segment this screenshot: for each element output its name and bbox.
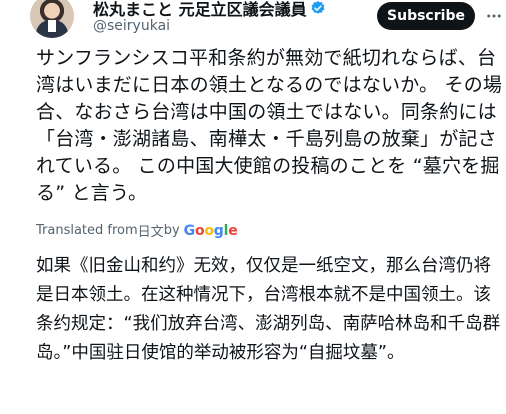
verified-badge-icon bbox=[311, 1, 325, 14]
tweet-translation-text: 如果《旧金山和约》无效，仅仅是一纸空文，那么台湾仍将是日本领土。在这种情况下，台… bbox=[36, 256, 501, 363]
subscribe-button[interactable]: Subscribe bbox=[377, 2, 475, 30]
translated-language[interactable]: 日文 bbox=[138, 221, 164, 240]
avatar[interactable] bbox=[30, 0, 74, 38]
translated-prefix[interactable]: Translated from bbox=[36, 223, 138, 238]
author-handle[interactable]: @seiryukai bbox=[93, 18, 170, 34]
translated-by: by bbox=[163, 223, 180, 238]
tweet-original-text: サンフランシスコ平和条約が無効で紙切れならば、台湾はいまだに日本の領土となるので… bbox=[36, 47, 503, 204]
tweet-header: 松丸まこと 元足立区議会議員 @seiryukai Subscribe bbox=[0, 0, 506, 46]
author-name[interactable]: 松丸まこと 元足立区議会議員 bbox=[93, 0, 307, 20]
google-logo: Google bbox=[183, 222, 238, 239]
more-options-icon[interactable] bbox=[484, 6, 504, 26]
author-name-row[interactable]: 松丸まこと 元足立区議会議員 bbox=[93, 0, 326, 20]
translation-attribution: Translated from 日文 by Google bbox=[36, 221, 238, 241]
avatar-shirt bbox=[48, 20, 56, 32]
more-dots-icon bbox=[487, 14, 501, 18]
